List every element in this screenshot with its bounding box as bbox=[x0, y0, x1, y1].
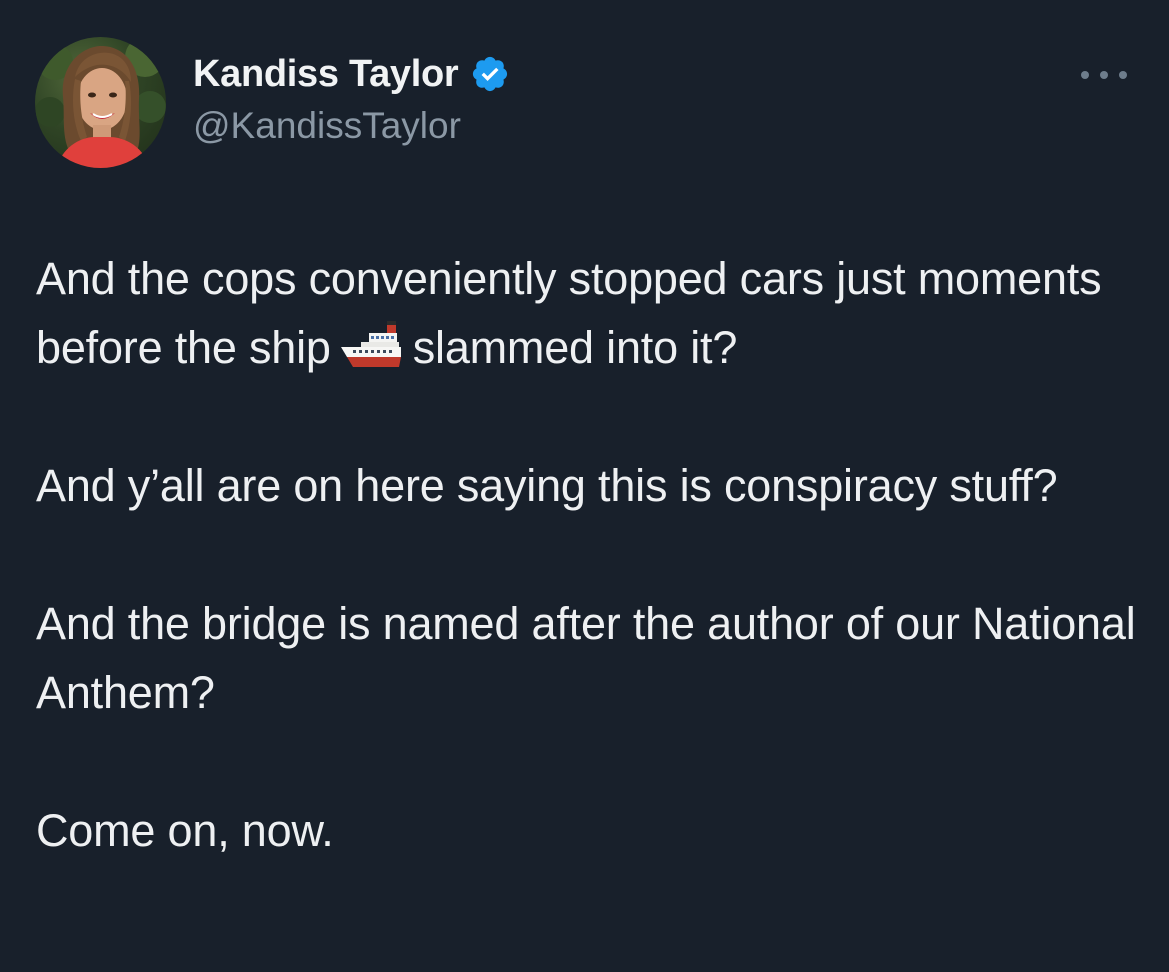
avatar[interactable] bbox=[35, 37, 166, 168]
author-info: Kandiss Taylor @KandissTaylor bbox=[193, 49, 510, 147]
display-name-row: Kandiss Taylor bbox=[193, 49, 510, 99]
tweet-paragraph-1: And the cops conveniently stopped cars j… bbox=[36, 244, 1136, 382]
ship-emoji bbox=[339, 317, 403, 373]
tweet-header: Kandiss Taylor @KandissTaylor bbox=[35, 37, 1135, 169]
more-dot bbox=[1100, 71, 1108, 79]
more-options-icon[interactable] bbox=[1081, 65, 1127, 85]
handle[interactable]: @KandissTaylor bbox=[193, 105, 510, 147]
tweet-paragraph-4: Come on, now. bbox=[36, 805, 334, 856]
tweet-text: And the cops conveniently stopped cars j… bbox=[36, 244, 1136, 865]
verified-badge-icon[interactable] bbox=[470, 54, 510, 94]
tweet-paragraph-3: And the bridge is named after the author… bbox=[36, 598, 1146, 718]
profile-photo bbox=[35, 37, 166, 168]
more-dot bbox=[1081, 71, 1089, 79]
more-dot bbox=[1119, 71, 1127, 79]
tweet-text-segment: slammed into it? bbox=[412, 322, 738, 373]
display-name[interactable]: Kandiss Taylor bbox=[193, 53, 459, 96]
tweet-paragraph-2: And y’all are on here saying this is con… bbox=[36, 460, 1058, 511]
